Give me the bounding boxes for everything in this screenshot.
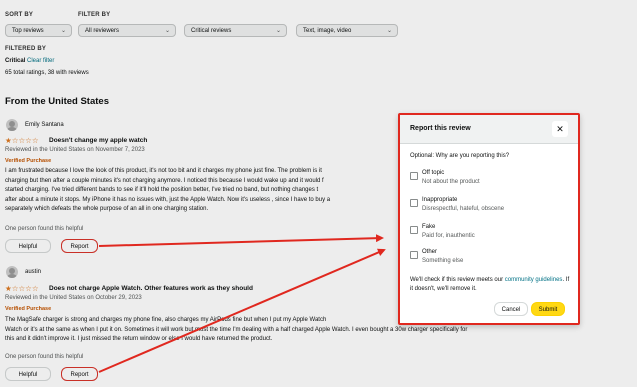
modal-header: Report this review ✕ xyxy=(400,115,578,144)
cancel-button[interactable]: Cancel xyxy=(494,302,528,316)
checkbox[interactable] xyxy=(410,226,418,234)
option-desc: Paid for, inauthentic xyxy=(422,233,475,239)
option-title: Off topic xyxy=(422,170,445,176)
checkbox[interactable] xyxy=(410,172,418,180)
report-review-modal: Report this review ✕ Optional: Why are y… xyxy=(398,113,580,325)
arrow-line xyxy=(98,234,384,247)
close-icon[interactable]: ✕ xyxy=(552,121,568,137)
option-desc: Something else xyxy=(422,258,464,264)
arrow-line xyxy=(98,248,386,373)
submit-button[interactable]: Submit xyxy=(531,302,565,316)
option-title: Inappropriate xyxy=(422,197,458,203)
checkbox[interactable] xyxy=(410,199,418,207)
option-desc: Disrespectful, hateful, obscene xyxy=(422,206,505,212)
modal-note: We'll check if this review meets our com… xyxy=(410,276,570,294)
option-title: Other xyxy=(422,249,438,255)
checkbox[interactable] xyxy=(410,251,418,259)
option-title: Fake xyxy=(422,224,436,230)
community-guidelines-link[interactable]: community guidelines xyxy=(505,277,563,283)
modal-title: Report this review xyxy=(410,125,471,132)
modal-question: Optional: Why are you reporting this? xyxy=(410,153,510,159)
option-desc: Not about the product xyxy=(422,179,480,185)
note-text: We'll check if this review meets our xyxy=(410,277,505,283)
